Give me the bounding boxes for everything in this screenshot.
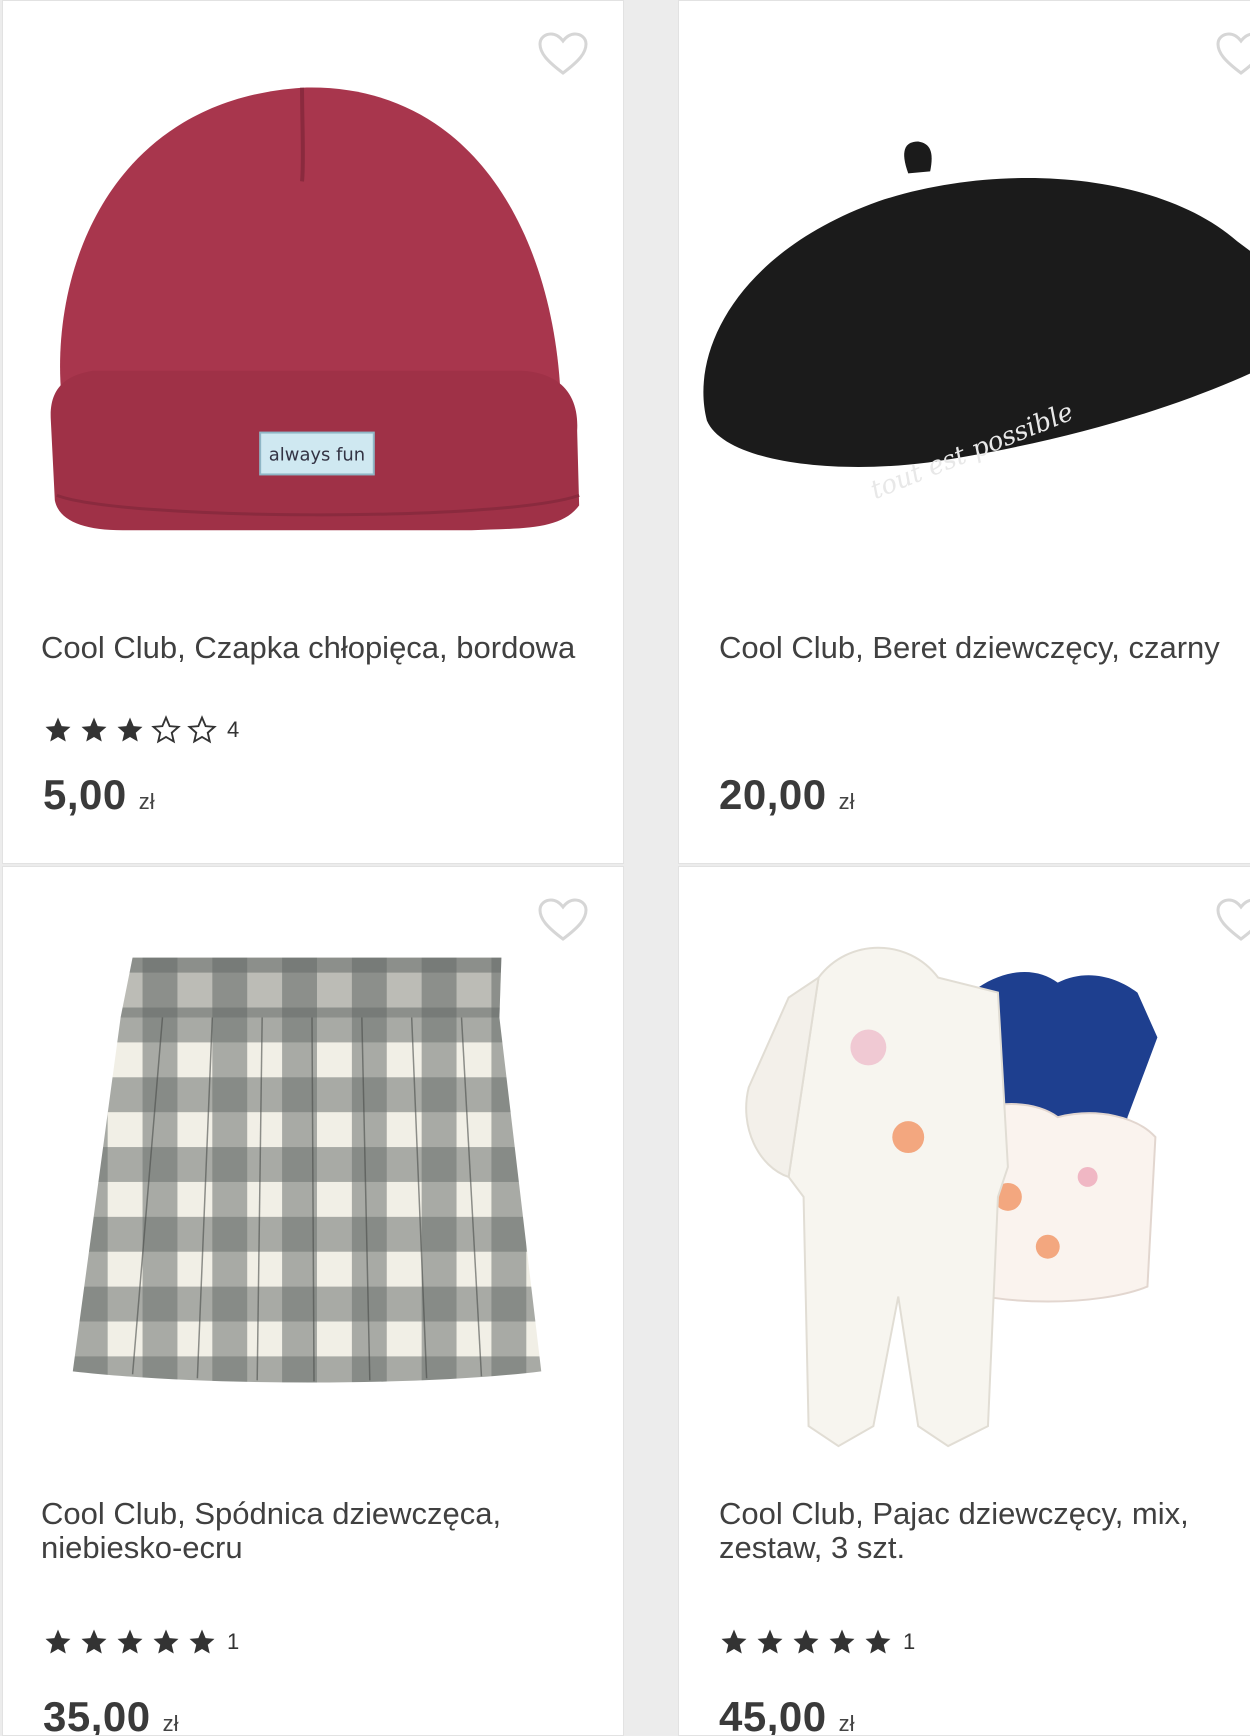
product-title[interactable]: Cool Club, Beret dziewczęcy, czarny — [719, 631, 1250, 665]
star-filled-icon — [719, 1627, 753, 1657]
star-filled-icon — [827, 1627, 861, 1657]
price-value: 20,00 — [719, 771, 827, 818]
star-filled-icon — [187, 1627, 221, 1657]
heart-outline-icon[interactable] — [537, 31, 589, 77]
price-value: 5,00 — [43, 771, 127, 818]
heart-outline-icon[interactable] — [537, 897, 589, 943]
product-card[interactable]: always fun Cool Club, Czapka chłopięca, … — [2, 0, 624, 864]
product-grid: always fun Cool Club, Czapka chłopięca, … — [0, 0, 1250, 1736]
product-rating: 1 — [719, 1627, 915, 1657]
product-rating: 1 — [43, 1627, 239, 1657]
plaid-skirt-image[interactable] — [3, 867, 623, 1467]
star-outline-icon — [187, 715, 221, 745]
product-price: 45,00 zł — [719, 1693, 855, 1736]
romper-set-image[interactable] — [679, 867, 1250, 1467]
product-card[interactable]: Cool Club, Spódnica dziewczęca, niebiesk… — [2, 866, 624, 1736]
star-filled-icon — [755, 1627, 789, 1657]
star-filled-icon — [115, 1627, 149, 1657]
product-price: 20,00 zł — [719, 771, 855, 819]
star-filled-icon — [43, 1627, 77, 1657]
burgundy-beanie-image[interactable]: always fun — [3, 1, 623, 601]
product-card[interactable]: tout est possible Cool Club, Beret dziew… — [678, 0, 1250, 864]
product-rating: 4 — [43, 715, 239, 745]
product-title[interactable]: Cool Club, Pajac dziewczęcy, mix, zestaw… — [719, 1497, 1250, 1565]
star-filled-icon — [791, 1627, 825, 1657]
rating-count: 4 — [227, 717, 240, 742]
price-currency: zł — [162, 1711, 179, 1736]
star-filled-icon — [863, 1627, 897, 1657]
price-value: 45,00 — [719, 1693, 827, 1736]
rating-count: 1 — [903, 1629, 916, 1654]
star-filled-icon — [43, 715, 77, 745]
price-currency: zł — [838, 1711, 855, 1736]
black-beret-image[interactable]: tout est possible — [679, 1, 1250, 601]
star-filled-icon — [115, 715, 149, 745]
price-value: 35,00 — [43, 1693, 151, 1736]
rating-count: 1 — [227, 1629, 240, 1654]
heart-outline-icon[interactable] — [1215, 897, 1250, 943]
star-filled-icon — [79, 715, 113, 745]
price-currency: zł — [838, 789, 855, 814]
star-outline-icon — [151, 715, 185, 745]
product-title[interactable]: Cool Club, Czapka chłopięca, bordowa — [41, 631, 601, 665]
heart-outline-icon[interactable] — [1215, 31, 1250, 77]
product-title[interactable]: Cool Club, Spódnica dziewczęca, niebiesk… — [41, 1497, 601, 1565]
star-filled-icon — [79, 1627, 113, 1657]
product-card[interactable]: Cool Club, Pajac dziewczęcy, mix, zestaw… — [678, 866, 1250, 1736]
product-price: 35,00 zł — [43, 1693, 179, 1736]
beanie-label-text: always fun — [269, 444, 365, 465]
product-price: 5,00 zł — [43, 771, 155, 819]
star-filled-icon — [151, 1627, 185, 1657]
price-currency: zł — [138, 789, 155, 814]
